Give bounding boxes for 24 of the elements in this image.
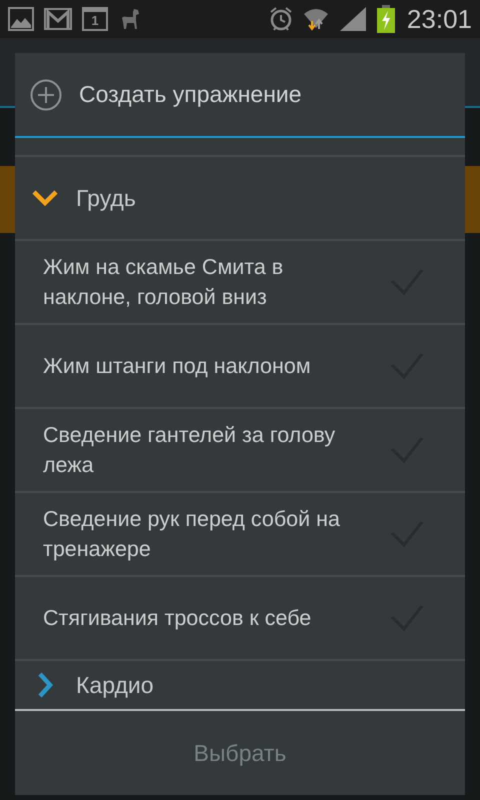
picture-icon bbox=[8, 7, 34, 31]
battery-icon bbox=[376, 5, 395, 33]
category-label: Грудь bbox=[76, 184, 136, 212]
exercise-name: Стягивания троссов к себе bbox=[43, 605, 312, 632]
exercise-row[interactable]: Жим на скамье Смита в наклоне, головой вниз bbox=[15, 241, 465, 325]
calendar-icon: 1 bbox=[82, 7, 108, 31]
signal-icon bbox=[338, 6, 367, 32]
exercise-name: Жим штанги под наклоном bbox=[43, 353, 312, 380]
category-label: Кардио bbox=[76, 672, 154, 698]
mail-icon bbox=[44, 8, 72, 30]
clock-time: 23:01 bbox=[406, 4, 472, 34]
exercise-row[interactable]: Стягивания троссов к себе bbox=[15, 577, 465, 661]
category-row[interactable]: Грудь bbox=[15, 157, 465, 241]
wifi-icon bbox=[302, 6, 329, 32]
exercise-name: Жим на скамье Смита в наклоне, головой вниз bbox=[43, 254, 284, 311]
exercise-name: Сведение рук перед собой на тренажере bbox=[43, 506, 341, 563]
add-icon[interactable] bbox=[30, 78, 62, 110]
exercise-row[interactable]: Сведение гантелей за голову лежа bbox=[15, 409, 465, 493]
alarm-icon bbox=[268, 6, 293, 32]
create-exercise-link[interactable]: Создать упражнение bbox=[79, 81, 302, 108]
category-row[interactable]: Кардио bbox=[15, 661, 465, 707]
exercise-row[interactable]: Сведение рук перед собой на тренажере bbox=[15, 493, 465, 577]
exercise-row[interactable]: Жим штанги под наклоном bbox=[15, 325, 465, 409]
exercise-name: Сведение гантелей за голову лежа bbox=[43, 422, 336, 479]
